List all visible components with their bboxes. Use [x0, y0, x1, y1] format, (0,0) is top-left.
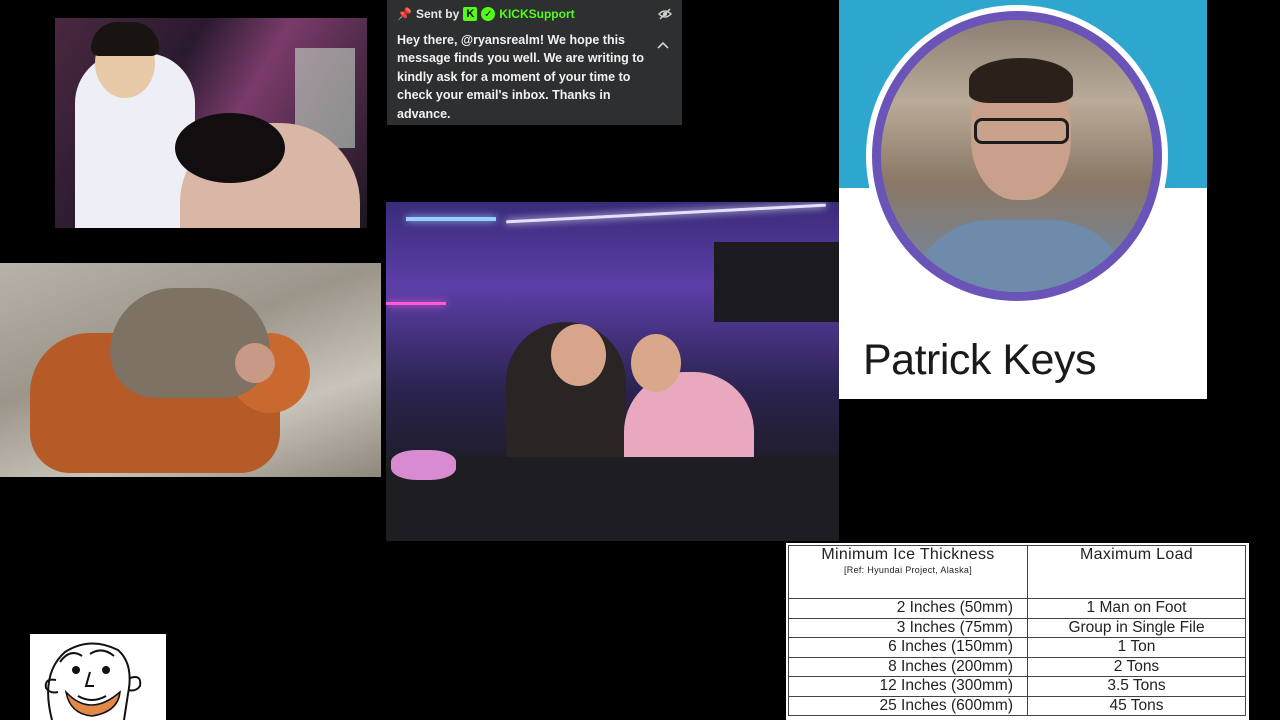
- monkey-photo: [0, 263, 381, 477]
- load-cell: 3.5 Tons: [1027, 676, 1246, 697]
- thickness-cell: 12 Inches (300mm): [788, 676, 1028, 697]
- table-row: 25 Inches (600mm) 45 Tons: [788, 695, 1246, 716]
- woman-head: [631, 334, 681, 392]
- pin-icon: 📌: [397, 7, 412, 21]
- table-row: 2 Inches (50mm) 1 Man on Foot: [788, 598, 1246, 619]
- header-ice-thickness: Minimum Ice Thickness [Ref: Hyundai Proj…: [788, 545, 1028, 599]
- neon-light: [406, 217, 496, 221]
- avatar-shirt: [911, 220, 1131, 292]
- verified-badge-icon: ✓: [481, 7, 496, 21]
- load-cell: Group in Single File: [1027, 617, 1246, 638]
- club-photo: [386, 202, 839, 541]
- avatar-glasses: [974, 118, 1069, 144]
- table-row: 8 Inches (200mm) 2 Tons: [788, 656, 1246, 677]
- load-cell: 1 Ton: [1027, 637, 1246, 658]
- thickness-cell: 25 Inches (600mm): [788, 695, 1028, 716]
- header-ice-thickness-label: Minimum Ice Thickness: [821, 546, 995, 563]
- load-cell: 1 Man on Foot: [1027, 598, 1246, 619]
- man-hair: [91, 22, 159, 56]
- cartoon-face-drawing: [30, 634, 166, 720]
- neon-light: [386, 302, 446, 305]
- thickness-cell: 3 Inches (75mm): [788, 617, 1028, 638]
- monkey-face: [235, 343, 275, 383]
- load-table: Minimum Ice Thickness [Ref: Hyundai Proj…: [788, 545, 1246, 716]
- sender-name[interactable]: KICKSupport: [499, 7, 574, 21]
- table-row: 3 Inches (75mm) Group in Single File: [788, 617, 1246, 638]
- table-row: 6 Inches (150mm) 1 Ton: [788, 637, 1246, 658]
- profile-name: Patrick Keys: [863, 336, 1096, 384]
- neon-light: [506, 203, 826, 224]
- chevron-up-icon[interactable]: [652, 34, 674, 56]
- tv-screen: [714, 242, 839, 322]
- sent-by-label: Sent by: [415, 7, 460, 21]
- table-row: 12 Inches (300mm) 3.5 Tons: [788, 676, 1246, 697]
- chat-header: 📌 Sent by K ✓ KICKSupport: [397, 7, 575, 21]
- woman-hair: [175, 113, 285, 183]
- kick-logo-icon: K: [463, 7, 478, 21]
- header-reference-note: [Ref: Hyundai Project, Alaska]: [843, 565, 973, 575]
- pinned-chat-message: 📌 Sent by K ✓ KICKSupport Hey there, @ry…: [387, 0, 682, 125]
- cartoon-face-svg: [44, 642, 142, 720]
- ice-thickness-table: Minimum Ice Thickness [Ref: Hyundai Proj…: [786, 543, 1249, 720]
- load-cell: 2 Tons: [1027, 656, 1246, 677]
- load-cell: 45 Tons: [1027, 695, 1246, 716]
- avatar-hair: [969, 58, 1073, 103]
- thickness-cell: 8 Inches (200mm): [788, 656, 1028, 677]
- thickness-cell: 6 Inches (150mm): [788, 637, 1028, 658]
- thickness-cell: 2 Inches (50mm): [788, 598, 1028, 619]
- bald-man-head: [551, 324, 606, 386]
- chat-message-text: Hey there, @ryansrealm! We hope this mes…: [397, 33, 645, 121]
- avatar: [881, 20, 1153, 292]
- bar-photo: [55, 18, 367, 228]
- pink-plush: [391, 450, 456, 480]
- header-maximum-load: Maximum Load: [1027, 545, 1246, 599]
- profile-card: Patrick Keys: [839, 0, 1207, 399]
- baby-monkey: [110, 288, 270, 398]
- hide-eye-icon[interactable]: [658, 8, 672, 23]
